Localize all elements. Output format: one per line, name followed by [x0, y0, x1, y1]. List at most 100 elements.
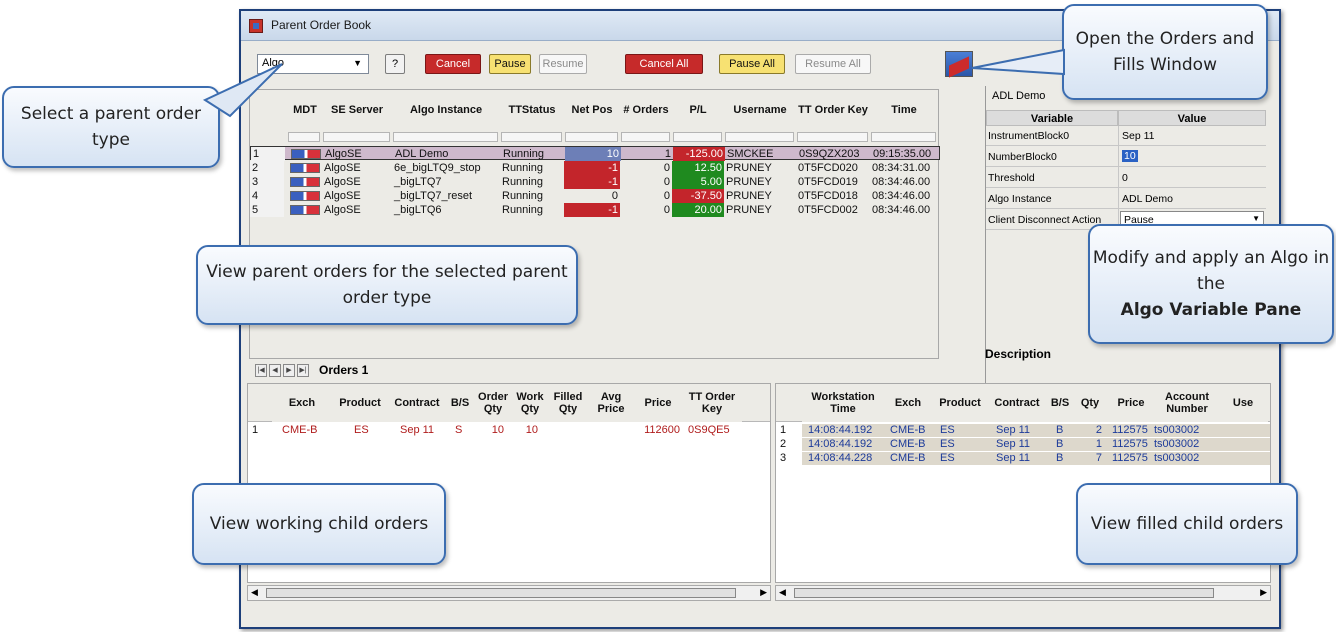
next-tab-icon[interactable]: ▶ — [283, 364, 295, 377]
variable-value[interactable]: Sep 11 — [1122, 130, 1262, 142]
pause-button[interactable]: Pause — [489, 54, 531, 74]
variable-row[interactable]: InstrumentBlock0 Sep 11 — [986, 126, 1266, 146]
col-ttstatus[interactable]: TTStatus — [500, 90, 564, 130]
last-tab-icon[interactable]: ▶| — [297, 364, 309, 377]
cell-contract: Sep 11 — [400, 424, 435, 436]
cell-status: Running — [502, 204, 543, 216]
cell-bs: B — [1056, 424, 1064, 436]
market-depth-icon[interactable] — [290, 177, 320, 187]
first-tab-icon[interactable]: |◀ — [255, 364, 267, 377]
variable-row[interactable]: NumberBlock0 10 — [986, 147, 1266, 167]
fill-row[interactable]: 3 14:08:44.228 CME-B ES Sep 11 B 7 11257… — [776, 452, 1270, 465]
col-num-orders[interactable]: # Orders — [620, 90, 672, 130]
resume-button[interactable]: Resume — [539, 54, 587, 74]
working-grid-hscrollbar[interactable]: ◀ ▶ — [247, 585, 771, 601]
scroll-left-icon[interactable]: ◀ — [779, 587, 786, 598]
col-contract[interactable]: Contract — [388, 384, 446, 422]
scroll-left-icon[interactable]: ◀ — [251, 587, 258, 598]
scroll-right-icon[interactable]: ▶ — [1260, 587, 1267, 598]
filter-order-key[interactable] — [797, 132, 868, 142]
cell-contract: Sep 11 — [996, 424, 1031, 436]
market-depth-icon[interactable] — [290, 191, 320, 201]
col-order-qty[interactable]: Order Qty — [474, 384, 512, 422]
filter-username[interactable] — [725, 132, 794, 142]
col-time[interactable]: Time — [870, 90, 938, 130]
parent-order-row[interactable]: 5 AlgoSE _bigLTQ6 Running -1 0 20.00 PRU… — [250, 203, 940, 217]
cell-account: ts003002 — [1154, 452, 1200, 464]
working-order-row[interactable]: 1 CME-B ES Sep 11 S 10 10 112600 0S9QE5 — [248, 424, 770, 437]
filter-orders[interactable] — [621, 132, 670, 142]
row-number: 4 — [250, 189, 284, 203]
col-workstation-time[interactable]: Workstation Time — [802, 384, 884, 422]
chevron-down-icon: ▼ — [1252, 214, 1260, 223]
col-user[interactable]: Use — [1218, 384, 1268, 422]
col-account-number[interactable]: Account Number — [1156, 384, 1218, 422]
fills-grid-hscrollbar[interactable]: ◀ ▶ — [775, 585, 1271, 601]
col-product[interactable]: Product — [332, 384, 388, 422]
variable-row[interactable]: Threshold 0 — [986, 168, 1266, 188]
cell-qty: 2 — [1095, 424, 1102, 436]
cell-price: 112575 — [1112, 424, 1148, 436]
callout-text: Modify and apply an Algo in the — [1092, 248, 1330, 294]
col-tt-order-key[interactable]: TT Order Key — [682, 384, 742, 422]
scroll-right-icon[interactable]: ▶ — [760, 587, 767, 598]
col-se-server[interactable]: SE Server — [322, 90, 392, 130]
fill-row[interactable]: 1 14:08:44.192 CME-B ES Sep 11 B 2 11257… — [776, 424, 1270, 437]
help-button[interactable]: ? — [385, 54, 405, 74]
col-avg-price[interactable]: Avg Price — [588, 384, 634, 422]
filter-net-pos[interactable] — [565, 132, 618, 142]
col-exch[interactable]: Exch — [884, 384, 932, 422]
prev-tab-icon[interactable]: ◀ — [269, 364, 281, 377]
parent-order-row[interactable]: 3 AlgoSE _bigLTQ7 Running -1 0 5.00 PRUN… — [250, 175, 940, 189]
col-price[interactable]: Price — [634, 384, 682, 422]
cell-product: ES — [940, 452, 955, 464]
filter-mdt[interactable] — [288, 132, 320, 142]
parent-order-row[interactable]: 4 AlgoSE _bigLTQ7_reset Running 0 0 -37.… — [250, 189, 940, 203]
col-contract[interactable]: Contract — [988, 384, 1046, 422]
col-bs[interactable]: B/S — [446, 384, 474, 422]
variable-value[interactable]: 0 — [1122, 172, 1262, 184]
cell-user: PRUNEY — [726, 204, 772, 216]
col-filled-qty[interactable]: Filled Qty — [548, 384, 588, 422]
parent-order-row[interactable]: 1 AlgoSE ADL Demo Running 10 1 -125.00 S… — [250, 146, 940, 161]
cell-status: Running — [502, 162, 543, 174]
fill-row[interactable]: 2 14:08:44.192 CME-B ES Sep 11 B 1 11257… — [776, 438, 1270, 451]
col-tt-order-key[interactable]: TT Order Key — [796, 90, 870, 130]
app-icon — [249, 19, 263, 33]
col-pl[interactable]: P/L — [672, 90, 724, 130]
col-price[interactable]: Price — [1106, 384, 1156, 422]
cell-server: AlgoSE — [324, 204, 361, 216]
variable-value[interactable]: ADL Demo — [1122, 193, 1262, 205]
filter-time[interactable] — [871, 132, 936, 142]
variable-name: NumberBlock0 — [988, 151, 1057, 163]
market-depth-icon[interactable] — [291, 149, 321, 159]
col-work-qty[interactable]: Work Qty — [512, 384, 548, 422]
market-depth-icon[interactable] — [290, 205, 320, 215]
resume-all-button[interactable]: Resume All — [795, 54, 871, 74]
col-product[interactable]: Product — [932, 384, 988, 422]
filter-pl[interactable] — [673, 132, 722, 142]
cell-product: ES — [940, 438, 955, 450]
parent-order-row[interactable]: 2 AlgoSE 6e_bigLTQ9_stop Running -1 0 12… — [250, 161, 940, 175]
col-mdt[interactable]: MDT — [288, 90, 322, 130]
variable-value-input[interactable]: 10 — [1122, 150, 1138, 162]
col-qty[interactable]: Qty — [1074, 384, 1106, 422]
market-depth-icon[interactable] — [290, 163, 320, 173]
filter-se-server[interactable] — [323, 132, 390, 142]
cancel-all-button[interactable]: Cancel All — [625, 54, 703, 74]
scroll-thumb[interactable] — [794, 588, 1214, 598]
filter-ttstatus[interactable] — [501, 132, 562, 142]
variable-row[interactable]: Algo Instance ADL Demo — [986, 189, 1266, 209]
filter-algo-instance[interactable] — [393, 132, 498, 142]
col-algo-instance[interactable]: Algo Instance — [392, 90, 500, 130]
col-bs[interactable]: B/S — [1046, 384, 1074, 422]
col-exch[interactable]: Exch — [272, 384, 332, 422]
tab-orders-1[interactable]: Orders 1 — [319, 363, 368, 377]
col-net-pos[interactable]: Net Pos — [564, 90, 620, 130]
cell-exch: CME-B — [282, 424, 318, 436]
col-username[interactable]: Username — [724, 90, 796, 130]
cancel-button[interactable]: Cancel — [425, 54, 481, 74]
cell-key: 0T5FCD018 — [798, 190, 858, 202]
scroll-thumb[interactable] — [266, 588, 736, 598]
pause-all-button[interactable]: Pause All — [719, 54, 785, 74]
